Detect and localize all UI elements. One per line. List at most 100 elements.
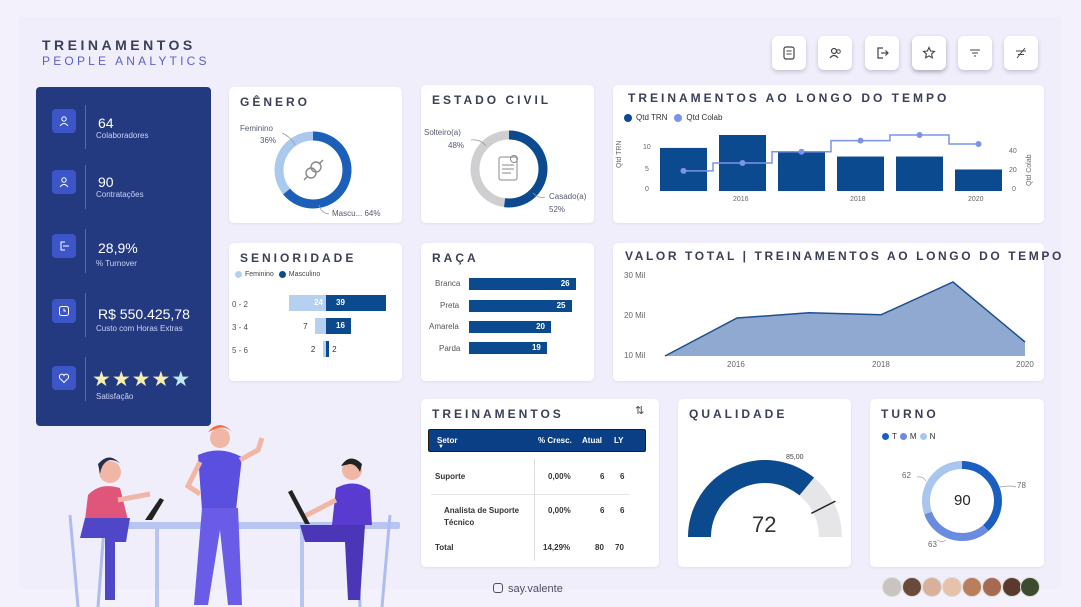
ytick-left: 5 [645, 166, 649, 173]
avatar [1020, 577, 1040, 597]
kpi-label-satisfacao: Satisfação [96, 392, 134, 401]
cell-cresc: 0,00% [548, 506, 571, 515]
treinamentos-table-title: TREINAMENTOS [432, 407, 564, 421]
avatar [942, 577, 962, 597]
valor-total-card: VALOR TOTAL | TREINAMENTOS AO LONGO DO T… [613, 243, 1061, 381]
raca-row-label: Parda [439, 344, 461, 353]
clock-icon [52, 299, 76, 323]
qualidade-gauge [688, 460, 842, 537]
estado-civil-label-casado: Casado(a) [549, 192, 587, 201]
cell-setor: Suporte [435, 472, 466, 481]
turno-label-m: 63 [928, 540, 937, 549]
kpi-value-colaboradores: 64 [98, 115, 114, 131]
bar-feminino-label: 7 [303, 322, 308, 331]
legend-dot [278, 271, 286, 278]
legend-masculino: Masculino [288, 271, 321, 278]
exit-icon [52, 234, 76, 258]
bar-qtd-trn [778, 152, 825, 191]
clear-filter-button[interactable] [1004, 36, 1038, 70]
cell-total-label: Total [435, 543, 454, 552]
treinamentos-table-card: TREINAMENTOS ⇅ Setor ▼ % Cresc. Atual LY… [421, 399, 659, 567]
raca-row-label: Preta [440, 301, 460, 310]
certificate-icon [498, 155, 518, 181]
user-add-icon [52, 170, 76, 194]
report-button[interactable] [772, 36, 806, 70]
column-header-cresc[interactable]: % Cresc. [538, 436, 572, 445]
ylabel-right: Qtd Colab [1026, 154, 1033, 186]
exit-button[interactable] [865, 36, 899, 70]
senioridade-row-label: 3 - 4 [232, 323, 249, 332]
heart-icon [52, 366, 76, 390]
kpi-label-colaboradores: Colaboradores [96, 131, 149, 140]
avatar [1002, 577, 1022, 597]
satisfaction-stars: ★★★★★ [92, 367, 191, 392]
estado-civil-donut [470, 130, 548, 208]
bar-qtd-trn [837, 156, 884, 191]
turno-label-t: 78 [1017, 481, 1026, 490]
column-header-ly[interactable]: LY [614, 436, 624, 445]
cell-ly: 6 [620, 506, 625, 515]
bar-raca: 20 [469, 321, 551, 333]
ytick-right: 20 [1009, 167, 1017, 174]
sort-icon[interactable]: ⇅ [635, 404, 644, 417]
cell-atual: 6 [600, 472, 605, 481]
genero-label-masc: Mascu... 64% [332, 209, 381, 218]
report-icon [783, 46, 795, 60]
bar-masculino: 16 [326, 318, 351, 334]
team-illustration [68, 425, 400, 607]
star-icon [922, 46, 936, 59]
valor-total-area-chart [664, 281, 1026, 357]
favorites-button[interactable] [912, 36, 946, 70]
ytick-right: 40 [1009, 148, 1017, 155]
senioridade-card: SENIORIDADE Feminino Masculino 0 - 2 3 -… [229, 243, 402, 381]
kpi-label-horas-extras: Custo com Horas Extras [96, 324, 183, 333]
bar-raca: 19 [469, 342, 547, 354]
column-header-atual[interactable]: Atual [582, 436, 602, 445]
footer-instagram[interactable]: say.valente [493, 582, 563, 595]
xtick: 2018 [850, 196, 866, 203]
raca-row-label: Branca [435, 279, 461, 288]
bar-qtd-trn [955, 169, 1002, 191]
star-rating-icon: ★ [111, 368, 132, 391]
turno-label-n: 62 [902, 471, 911, 480]
instagram-icon [493, 583, 503, 593]
people-button[interactable] [818, 36, 852, 70]
filter-icon [970, 49, 980, 57]
cell-ly: 6 [620, 472, 625, 481]
senioridade-row-label: 5 - 6 [232, 346, 249, 355]
bar-masculino-label: 2 [332, 345, 337, 354]
turno-card: TURNO T M N 90 62 78 63 [870, 399, 1044, 567]
exit-icon [877, 47, 889, 59]
avatar [982, 577, 1002, 597]
kpi-value-turnover: 28,9% [98, 240, 138, 256]
cell-total-cresc: 14,29% [543, 543, 571, 552]
xtick: 2018 [872, 360, 890, 369]
avatar [902, 577, 922, 597]
page-title: TREINAMENTOS [42, 37, 196, 53]
xtick: 2016 [733, 196, 749, 203]
user-icon [52, 109, 76, 133]
xtick: 2020 [968, 196, 984, 203]
star-rating-icon: ★ [92, 368, 112, 391]
point-qtd-colab [916, 132, 923, 138]
filter-button[interactable] [958, 36, 992, 70]
genero-card: GÊNERO Feminino 36% Mascu... 64% [229, 87, 402, 223]
bar-feminino-label: 2 [310, 345, 316, 354]
ytick-right: 0 [1012, 186, 1016, 193]
divider [85, 229, 86, 273]
page-subtitle: PEOPLE ANALYTICS [42, 54, 210, 68]
gender-icon [303, 159, 324, 181]
star-rating-icon: ★ [171, 368, 192, 391]
bar-feminino: 24 [288, 295, 326, 311]
genero-label-fem-pct: 36% [260, 136, 277, 145]
clear-filter-icon [1016, 47, 1026, 59]
avatar [962, 577, 982, 597]
point-qtd-colab [857, 137, 864, 144]
gauge-target-label: 85,00 [786, 454, 804, 461]
cell-cresc: 0,00% [548, 472, 571, 481]
bar-qtd-trn [896, 156, 943, 191]
raca-row-label: Amarela [429, 322, 459, 331]
xtick: 2020 [1016, 360, 1034, 369]
legend-feminino: Feminino [245, 271, 274, 278]
ytick-left: 0 [645, 186, 649, 193]
